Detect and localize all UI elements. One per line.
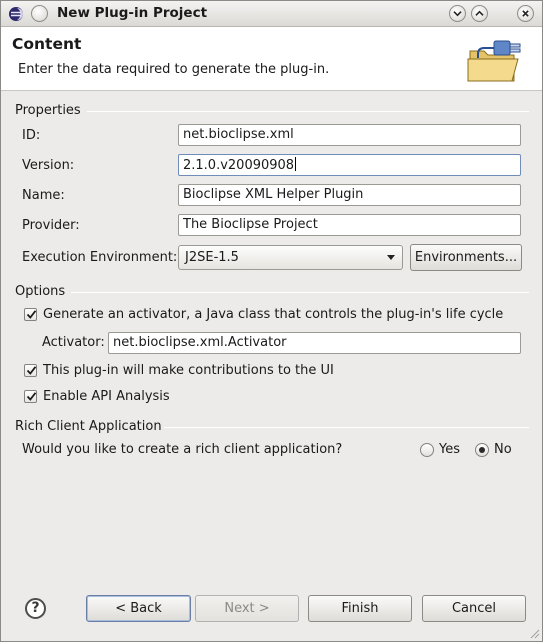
text-caret <box>295 157 297 171</box>
rcp-divider <box>164 427 529 428</box>
help-button[interactable]: ? <box>25 598 46 619</box>
version-field[interactable]: 2.1.0.v20090908 <box>178 154 521 176</box>
rcp-group-label: Rich Client Application <box>15 419 162 434</box>
environments-button[interactable]: Environments... <box>410 244 522 271</box>
options-divider <box>71 292 529 293</box>
version-value: 2.1.0.v20090908 <box>183 158 295 173</box>
close-button[interactable] <box>517 5 534 22</box>
execution-environment-select[interactable]: J2SE-1.5 <box>178 245 403 270</box>
provider-field[interactable]: The Bioclipse Project <box>178 214 521 236</box>
close-icon <box>522 10 529 17</box>
page-description: Enter the data required to generate the … <box>18 62 330 77</box>
dropdown-arrow-icon <box>387 255 395 260</box>
options-group-label: Options <box>15 284 66 299</box>
check-icon <box>26 310 37 319</box>
window-menu-button[interactable] <box>31 5 48 22</box>
wizard-header: Content Enter the data required to gener… <box>1 27 542 91</box>
name-label: Name: <box>22 188 65 203</box>
api-analysis-label[interactable]: Enable API Analysis <box>43 389 170 404</box>
cancel-button[interactable]: Cancel <box>422 595 526 622</box>
page-title: Content <box>12 35 82 53</box>
rcp-yes-label[interactable]: Yes <box>439 442 460 457</box>
rcp-yes-radio[interactable] <box>420 443 434 457</box>
new-plugin-project-dialog: New Plug-in Project Content Enter the da… <box>0 0 543 642</box>
activator-field[interactable]: net.bioclipse.xml.Activator <box>108 332 521 354</box>
rcp-no-label[interactable]: No <box>494 442 512 457</box>
id-field[interactable]: net.bioclipse.xml <box>178 124 521 146</box>
window-title: New Plug-in Project <box>57 5 208 21</box>
maximize-button[interactable] <box>471 5 488 22</box>
execution-environment-label: Execution Environment: <box>22 250 178 265</box>
version-label: Version: <box>22 158 75 173</box>
minimize-button[interactable] <box>449 5 466 22</box>
ui-contributions-checkbox[interactable] <box>24 364 37 377</box>
properties-divider <box>87 111 529 112</box>
provider-label: Provider: <box>22 218 80 233</box>
execution-environment-value: J2SE-1.5 <box>185 250 239 265</box>
back-button[interactable]: < Back <box>86 595 191 622</box>
id-label: ID: <box>22 128 41 143</box>
generate-activator-checkbox[interactable] <box>24 308 37 321</box>
check-icon <box>26 392 37 401</box>
chevron-down-icon <box>453 11 462 17</box>
generate-activator-label[interactable]: Generate an activator, a Java class that… <box>43 307 503 322</box>
radio-selected-dot <box>479 447 485 453</box>
next-button[interactable]: Next > <box>195 595 299 622</box>
api-analysis-checkbox[interactable] <box>24 390 37 403</box>
title-bar[interactable]: New Plug-in Project <box>1 1 542 27</box>
ui-contributions-label[interactable]: This plug-in will make contributions to … <box>43 363 334 378</box>
name-field[interactable]: Bioclipse XML Helper Plugin <box>178 184 521 206</box>
eclipse-icon[interactable] <box>8 6 24 22</box>
finish-button[interactable]: Finish <box>308 595 412 622</box>
check-icon <box>26 366 37 375</box>
activator-label: Activator: <box>42 335 105 350</box>
rcp-no-radio[interactable] <box>475 443 489 457</box>
rcp-question: Would you like to create a rich client a… <box>22 442 343 457</box>
plugin-folder-icon <box>467 40 521 82</box>
properties-group-label: Properties <box>15 103 81 118</box>
resize-grip-icon[interactable] <box>528 627 540 639</box>
chevron-up-icon <box>475 10 484 16</box>
